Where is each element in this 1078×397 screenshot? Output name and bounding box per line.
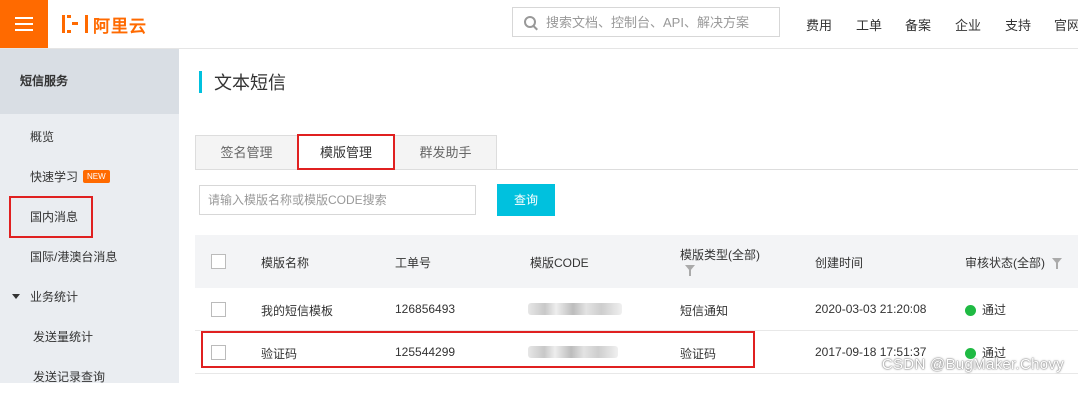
page-title: 文本短信 xyxy=(199,71,286,93)
top-nav: 费用 工单 备案 企业 支持 官网 xyxy=(0,0,1078,48)
ticket-number: 126856493 xyxy=(395,302,456,316)
tab-bulk-sender[interactable]: 群发助手 xyxy=(394,135,497,169)
template-type: 短信通知 xyxy=(680,304,729,318)
template-name: 我的短信模板 xyxy=(261,304,334,318)
sidebar-item-label-wrap: 快速学习 NEW xyxy=(30,157,110,197)
status-approved-icon xyxy=(965,305,976,317)
sidebar-item-overview[interactable]: 概览 xyxy=(0,117,179,157)
col-template-name: 模版名称 xyxy=(261,256,310,270)
sidebar-title: 短信服务 xyxy=(0,49,179,114)
highlight-box-verification-row xyxy=(201,331,755,368)
table-header: 模版名称 工单号 模版CODE 模版类型(全部) 创建时间 审核状态(全部) xyxy=(195,235,1078,289)
col-ticket-number: 工单号 xyxy=(395,256,432,270)
row-checkbox[interactable] xyxy=(211,302,226,317)
query-button[interactable]: 查询 xyxy=(497,184,555,216)
nav-support[interactable]: 支持 xyxy=(1005,15,1031,34)
created-time: 2020-03-03 21:20:08 xyxy=(815,302,927,316)
sidebar-item-label: 业务统计 xyxy=(30,290,79,304)
sidebar-item-label: 发送量统计 xyxy=(33,330,94,344)
template-search-input[interactable] xyxy=(199,185,476,215)
nav-icp[interactable]: 备案 xyxy=(905,15,931,34)
status-text: 通过 xyxy=(982,303,1007,317)
sidebar-item-quick-start[interactable]: 快速学习 NEW xyxy=(0,157,179,197)
sidebar-item-label: 概览 xyxy=(30,130,55,144)
nav-enterprise[interactable]: 企业 xyxy=(955,15,981,34)
nav-official-site[interactable]: 官网 xyxy=(1054,15,1078,34)
highlight-box-template-tab xyxy=(297,134,395,170)
highlight-box-domestic xyxy=(9,196,93,238)
select-all-checkbox[interactable] xyxy=(211,254,226,269)
filter-icon[interactable] xyxy=(1052,258,1062,269)
table-row: 我的短信模板 126856493 短信通知 2020-03-03 21:20:0… xyxy=(195,288,1078,331)
watermark: CSDN @BugMaker.Chovy xyxy=(881,356,1064,373)
nav-fees[interactable]: 费用 xyxy=(806,15,832,34)
page-title-text: 文本短信 xyxy=(214,73,286,93)
new-badge: NEW xyxy=(83,170,110,184)
col-review-status[interactable]: 审核状态(全部) xyxy=(965,254,1045,271)
title-accent-bar xyxy=(199,71,202,93)
top-bar: 阿里云 费用 工单 备案 企业 支持 官网 xyxy=(0,0,1078,49)
col-template-type[interactable]: 模版类型(全部) xyxy=(680,246,760,263)
filter-icon[interactable] xyxy=(685,265,695,276)
nav-tickets[interactable]: 工单 xyxy=(856,15,882,34)
sidebar-item-send-volume[interactable]: 发送量统计 xyxy=(0,317,179,357)
col-created-time: 创建时间 xyxy=(815,256,864,270)
sidebar-item-send-records[interactable]: 发送记录查询 xyxy=(0,357,179,397)
sidebar-item-label: 发送记录查询 xyxy=(33,370,106,384)
template-code-redacted xyxy=(528,303,622,315)
sidebar-item-label: 国际/港澳台消息 xyxy=(30,250,118,264)
sidebar-item-label: 快速学习 xyxy=(30,170,79,184)
sidebar-item-international[interactable]: 国际/港澳台消息 xyxy=(0,237,179,277)
col-template-code: 模版CODE xyxy=(530,256,589,270)
tab-signature[interactable]: 签名管理 xyxy=(195,135,298,169)
sidebar-group-statistics[interactable]: 业务统计 xyxy=(0,277,179,317)
review-status: 通过 xyxy=(965,301,1006,318)
caret-down-icon xyxy=(12,294,20,299)
